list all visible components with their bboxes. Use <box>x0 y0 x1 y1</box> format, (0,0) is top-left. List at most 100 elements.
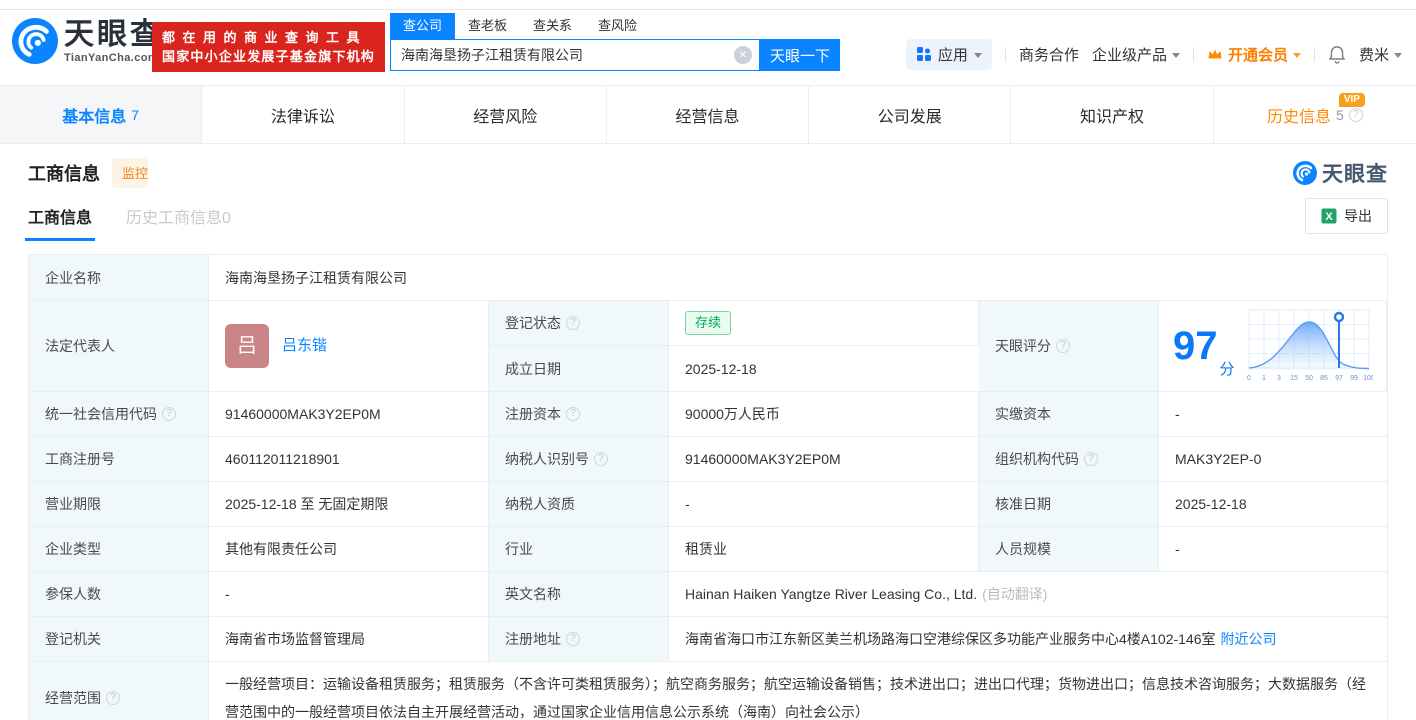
vip-badge: VIP <box>1338 93 1365 107</box>
tianyancha-logo-icon <box>12 18 58 64</box>
legal-rep-name-link[interactable]: 吕东锴 <box>282 336 327 356</box>
brand-domain: TianYanCha.com <box>64 51 159 64</box>
chart-tick-label: 15 <box>1290 375 1298 382</box>
score-value[interactable]: 97 分 0 1 3 15 50 85 97 99 100 <box>1159 301 1387 391</box>
tab-legal-litigation[interactable]: 法律诉讼 <box>202 86 405 143</box>
table-row: 企业类型 其他有限责任公司 行业 租赁业 人员规模 - <box>29 527 1387 572</box>
tianyancha-company-page: 天眼查 TianYanCha.com 都在用的商业查询工具 国家中小企业发展子基… <box>0 0 1416 720</box>
company-name-label: 企业名称 <box>29 255 209 300</box>
business-info-table: 企业名称 海南海垦扬子江租赁有限公司 法定代表人 吕 吕东锴 登记状态 存续 天… <box>28 254 1388 720</box>
export-button[interactable]: X 导出 <box>1305 198 1388 234</box>
user-menu[interactable]: 费米 <box>1359 44 1402 65</box>
tab-intellectual-property[interactable]: 知识产权 <box>1011 86 1214 143</box>
monitor-label: 监控 <box>122 166 148 181</box>
question-circle-icon[interactable] <box>106 691 120 705</box>
search-input-wrap <box>390 39 760 71</box>
header-right-nav: 应用 商务合作 企业级产品 开通会员 费米 <box>905 38 1402 70</box>
status-badge: 存续 <box>685 311 732 335</box>
staff-size-label: 人员规模 <box>979 527 1159 571</box>
divider <box>1313 46 1315 62</box>
question-circle-icon[interactable] <box>1084 452 1098 466</box>
question-circle-icon[interactable] <box>566 632 580 646</box>
reg-capital-value: 90000万人民币 <box>669 392 979 436</box>
chart-tick-label: 99 <box>1350 375 1358 382</box>
search-button[interactable]: 天眼一下 <box>760 39 840 71</box>
question-circle-icon[interactable] <box>566 316 580 330</box>
excel-icon: X <box>1321 208 1337 224</box>
insured-value: - <box>209 572 489 616</box>
question-circle-icon[interactable] <box>566 407 580 421</box>
table-row: 工商注册号 460112011218901 纳税人识别号 91460000MAK… <box>29 437 1387 482</box>
industry-label: 行业 <box>489 527 669 571</box>
monitor-chip[interactable]: 监控 <box>112 157 148 188</box>
crown-icon <box>1208 49 1222 59</box>
score-unit: 分 <box>1219 361 1235 378</box>
apps-grid-icon <box>916 47 931 61</box>
approval-date-label: 核准日期 <box>979 482 1159 526</box>
question-circle-icon[interactable] <box>162 407 176 421</box>
search-tab-boss[interactable]: 查老板 <box>455 13 520 39</box>
notification-bell-icon[interactable] <box>1328 45 1346 64</box>
auto-translate-note: (自动翻译) <box>982 586 1048 602</box>
paid-capital-label: 实缴资本 <box>979 392 1159 436</box>
tab-company-development[interactable]: 公司发展 <box>809 86 1012 143</box>
section-head: 工商信息 监控 天眼查 <box>28 144 1388 190</box>
search-row: 天眼一下 <box>390 39 840 71</box>
search-tab-risk[interactable]: 查风险 <box>585 13 650 39</box>
legal-rep-value: 吕 吕东锴 <box>209 301 489 391</box>
search-block: 查公司 查老板 查关系 查风险 天眼一下 <box>390 13 840 71</box>
english-name-value: Hainan Haiken Yangtze River Leasing Co.,… <box>669 572 1387 616</box>
apps-menu[interactable]: 应用 <box>905 38 992 70</box>
label-text: 登记状态 <box>505 315 561 331</box>
chart-tick-label: 100 <box>1363 375 1373 382</box>
insured-label: 参保人数 <box>29 572 209 616</box>
label-text: 注册资本 <box>505 406 561 422</box>
reg-authority-value: 海南省市场监督管理局 <box>209 617 489 661</box>
legal-rep-avatar[interactable]: 吕 <box>225 324 269 368</box>
table-row: 参保人数 - 英文名称 Hainan Haiken Yangtze River … <box>29 572 1387 617</box>
reg-status-label: 登记状态 <box>489 301 669 346</box>
clear-search-icon[interactable] <box>734 46 752 64</box>
section-title: 工商信息 <box>28 163 100 184</box>
company-type-value: 其他有限责任公司 <box>209 527 489 571</box>
search-tab-relation[interactable]: 查关系 <box>520 13 585 39</box>
label-text: 经营范围 <box>45 690 101 706</box>
question-circle-icon[interactable] <box>1348 107 1363 122</box>
label-text: 天眼评分 <box>995 338 1051 354</box>
reg-address-value: 海南省海口市江东新区美兰机场路海口空港综保区多功能产业服务中心4楼A102-14… <box>669 617 1387 661</box>
subtab-history-business-info[interactable]: 历史工商信息0 <box>126 204 231 228</box>
promo-banner: 都在用的商业查询工具 国家中小企业发展子基金旗下机构 <box>152 22 385 72</box>
tab-label: 公司发展 <box>877 108 942 126</box>
score-distribution-chart: 0 1 3 15 50 85 97 99 100 <box>1247 309 1373 382</box>
credit-code-value: 91460000MAK3Y2EP0M <box>209 392 489 436</box>
chevron-down-icon <box>1171 52 1180 58</box>
open-vip-menu[interactable]: 开通会员 <box>1207 44 1301 65</box>
chevron-down-icon <box>973 52 982 58</box>
search-input[interactable] <box>390 39 760 71</box>
table-row: 营业期限 2025-12-18 至 无固定期限 纳税人资质 - 核准日期 202… <box>29 482 1387 527</box>
chart-tick-label: 0 <box>1247 375 1251 382</box>
enterprise-products-menu[interactable]: 企业级产品 <box>1092 44 1180 65</box>
tab-operating-risk[interactable]: 经营风险 <box>405 86 607 143</box>
site-logo[interactable]: 天眼查 TianYanCha.com <box>12 18 163 64</box>
nearby-companies-link[interactable]: 附近公司 <box>1221 629 1277 649</box>
question-circle-icon[interactable] <box>594 452 608 466</box>
tab-label: 历史信息 <box>1266 108 1331 126</box>
open-vip-label: 开通会员 <box>1227 46 1288 64</box>
reg-address-label: 注册地址 <box>489 617 669 661</box>
legal-rep-label: 法定代表人 <box>29 301 209 391</box>
chart-tick-label: 85 <box>1320 375 1328 382</box>
question-circle-icon[interactable] <box>1056 339 1070 353</box>
search-tab-company[interactable]: 查公司 <box>390 13 456 39</box>
divider <box>1192 46 1194 62</box>
label-text: 注册地址 <box>505 631 561 647</box>
english-name-text: Hainan Haiken Yangtze River Leasing Co.,… <box>685 586 978 602</box>
tab-history-info[interactable]: VIP 历史信息 5 <box>1214 86 1416 143</box>
label-text: 统一社会信用代码 <box>45 406 157 422</box>
reg-address-text: 海南省海口市江东新区美兰机场路海口空港综保区多功能产业服务中心4楼A102-14… <box>685 631 1216 647</box>
logo-text: 天眼查 TianYanCha.com <box>64 18 163 64</box>
tab-basic-info[interactable]: 基本信息 7 <box>0 86 203 143</box>
business-cooperation-link[interactable]: 商务合作 <box>1019 44 1079 65</box>
tab-operating-info[interactable]: 经营信息 <box>607 86 810 143</box>
subtab-business-info[interactable]: 工商信息 <box>24 204 96 241</box>
